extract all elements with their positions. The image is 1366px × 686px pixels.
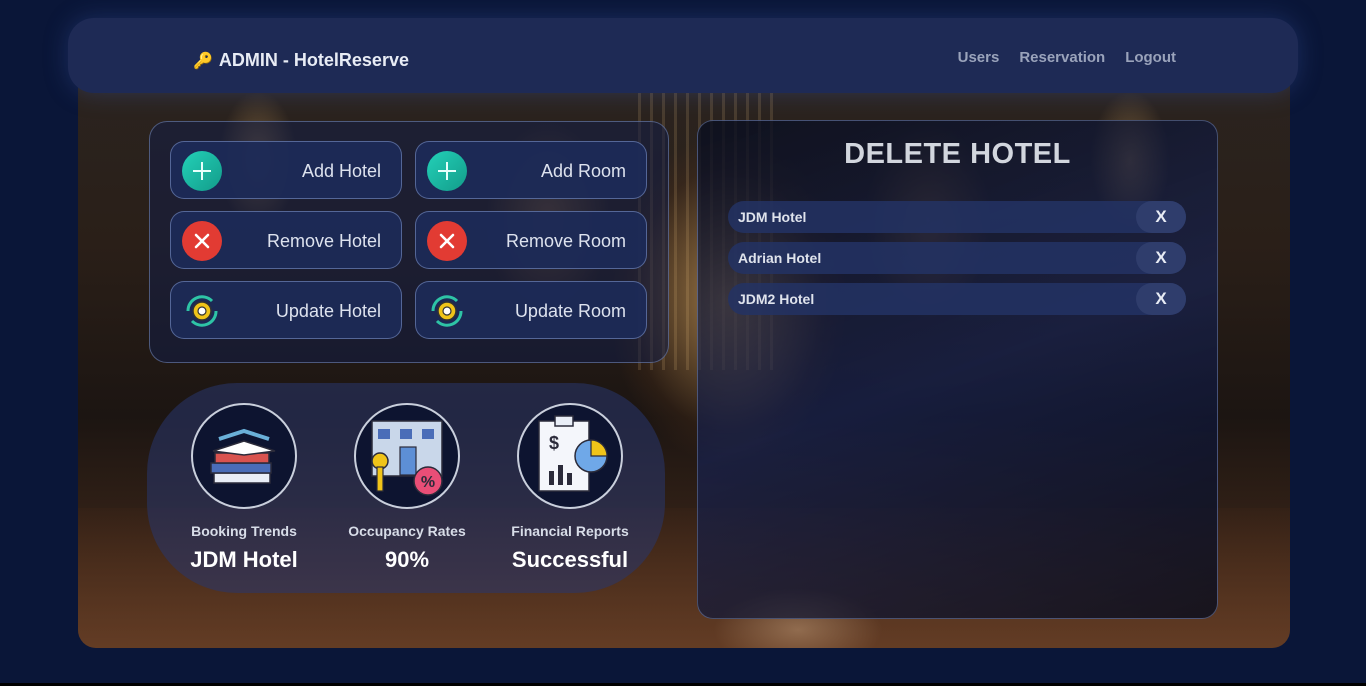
stat-value: JDM Hotel	[190, 547, 298, 572]
delete-hotel-title: DELETE HOTEL	[844, 138, 1071, 170]
stat-caption: Occupancy Rates	[348, 523, 466, 539]
remove-room-label: Remove Room	[505, 231, 626, 251]
building-key-percent-icon: %	[354, 403, 460, 509]
close-icon	[182, 221, 222, 261]
nav-logout-link[interactable]: Logout	[1125, 49, 1176, 66]
add-room-button[interactable]: Add Room	[415, 141, 647, 199]
plus-icon	[182, 151, 222, 191]
svg-text:%: %	[421, 474, 435, 491]
delete-hotel-button[interactable]: X	[1136, 283, 1186, 315]
delete-hotel-button[interactable]: X	[1136, 201, 1186, 233]
hotel-name: Adrian Hotel	[738, 250, 822, 266]
main-nav: Users Reservation Logout	[958, 49, 1176, 66]
hotel-name: JDM2 Hotel	[738, 291, 815, 307]
hotel-list-item: Adrian Hotel X	[728, 242, 1186, 274]
stat-value: 90%	[384, 547, 430, 572]
report-chart-icon: $	[517, 403, 623, 509]
remove-room-button[interactable]: Remove Room	[415, 211, 647, 269]
top-navbar: 🔑 ADMIN - HotelReserve Users Reservation…	[68, 18, 1298, 93]
stat-value: Successful	[511, 547, 629, 572]
nav-users-link[interactable]: Users	[958, 49, 1000, 66]
brand-title: ADMIN - HotelReserve	[218, 50, 409, 70]
gear-refresh-icon	[427, 291, 467, 331]
update-room-label: Update Room	[514, 301, 626, 321]
stat-caption: Booking Trends	[191, 523, 297, 539]
update-room-button[interactable]: Update Room	[415, 281, 647, 339]
svg-text:$: $	[549, 433, 559, 453]
update-hotel-label: Update Hotel	[275, 301, 381, 321]
update-hotel-button[interactable]: Update Hotel	[170, 281, 402, 339]
add-hotel-label: Add Hotel	[301, 161, 381, 181]
plus-icon	[427, 151, 467, 191]
remove-hotel-label: Remove Hotel	[266, 231, 381, 251]
delete-hotel-button[interactable]: X	[1136, 242, 1186, 274]
stat-caption: Financial Reports	[511, 523, 629, 539]
gear-refresh-icon	[182, 291, 222, 331]
books-icon	[191, 403, 297, 509]
remove-hotel-button[interactable]: Remove Hotel	[170, 211, 402, 269]
hotel-name: JDM Hotel	[738, 209, 807, 225]
add-hotel-button[interactable]: Add Hotel	[170, 141, 402, 199]
stat-occupancy-rates: % Occupancy Rates 90%	[332, 403, 482, 573]
key-icon: 🔑	[193, 52, 213, 70]
delete-hotel-panel: DELETE HOTEL JDM Hotel X Adrian Hotel X …	[697, 120, 1218, 619]
stat-financial-reports: $ Financial Reports Successful	[495, 403, 645, 573]
close-icon	[427, 221, 467, 261]
hotel-list-item: JDM2 Hotel X	[728, 283, 1186, 315]
hotel-list-item: JDM Hotel X	[728, 201, 1186, 233]
stats-panel: Booking Trends JDM Hotel % Occupancy Rat…	[147, 383, 665, 593]
admin-actions-panel: Add Hotel Add Room Remove Hotel Remove R…	[149, 121, 669, 363]
nav-reservation-link[interactable]: Reservation	[1019, 49, 1105, 66]
stat-booking-trends: Booking Trends JDM Hotel	[169, 403, 319, 573]
brand: 🔑 ADMIN - HotelReserve	[193, 50, 409, 71]
add-room-label: Add Room	[540, 161, 626, 181]
